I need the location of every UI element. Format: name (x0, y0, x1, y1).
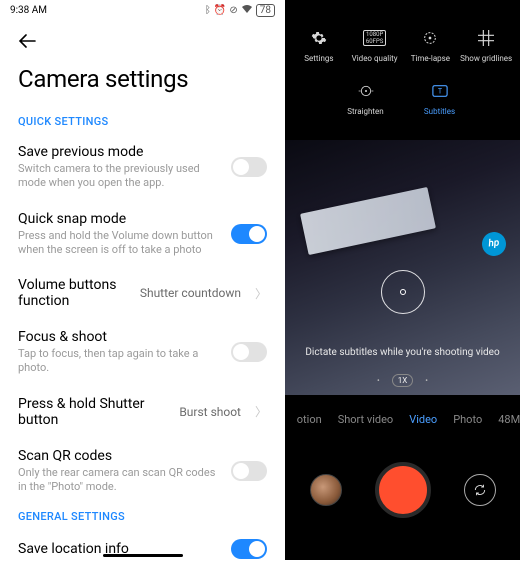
alarm-icon: ⏰ (214, 5, 226, 16)
chevron-right-icon: 〉 (255, 403, 267, 420)
camera-top-row-2: Straighten T Subtitles (285, 77, 520, 120)
status-icons: ᛒ ⏰ ⊘ 78 (205, 4, 275, 17)
timelapse-icon (422, 28, 438, 48)
general-settings-header: GENERAL SETTINGS (0, 504, 285, 529)
setting-value: Burst shoot (179, 405, 241, 419)
dnd-icon: ⊘ (229, 5, 237, 16)
camera-top-controls: Settings 1080P60FPS Video quality Time-l… (285, 0, 520, 140)
toggle-scan-qr-codes[interactable] (231, 461, 267, 481)
setting-title: Scan QR codes (18, 448, 221, 464)
setting-subtitle: Switch camera to the previously used mod… (18, 162, 221, 191)
bluetooth-icon: ᛒ (205, 5, 211, 16)
gear-icon (311, 28, 327, 48)
setting-subtitle: Only the rear camera can scan QR codes i… (18, 466, 221, 495)
camera-top-row-1: Settings 1080P60FPS Video quality Time-l… (285, 24, 520, 67)
label: Time-lapse (411, 54, 450, 63)
camera-modes[interactable]: otion Short video Video Photo 48M (291, 399, 520, 440)
setting-subtitle: Press and hold the Volume down button wh… (18, 229, 221, 258)
camera-control-gridlines[interactable]: Show gridlines (459, 28, 513, 63)
quick-settings-header: QUICK SETTINGS (0, 109, 285, 134)
setting-title: Save previous mode (18, 144, 221, 160)
focus-ring[interactable] (381, 270, 425, 314)
page-title: Camera settings (0, 57, 285, 109)
camera-control-subtitles[interactable]: T Subtitles (413, 81, 467, 116)
camera-control-timelapse[interactable]: Time-lapse (403, 28, 457, 63)
battery-icon: 78 (256, 4, 275, 17)
toggle-quick-snap-mode[interactable] (231, 224, 267, 244)
setting-press-hold-shutter[interactable]: Press & hold Shutter button Burst shoot … (0, 386, 285, 438)
wifi-icon (241, 4, 253, 17)
zoom-level[interactable]: 1X (392, 374, 414, 387)
mode-48m[interactable]: 48M (498, 413, 520, 426)
label: Subtitles (424, 107, 455, 116)
setting-save-previous-mode[interactable]: Save previous mode Switch camera to the … (0, 134, 285, 201)
label: Video quality (352, 54, 398, 63)
label: Settings (304, 54, 333, 63)
straighten-icon (358, 81, 374, 101)
camera-control-straighten[interactable]: Straighten (339, 81, 393, 116)
home-indicator[interactable] (103, 554, 183, 557)
status-time: 9:38 AM (10, 5, 47, 16)
camera-control-video-quality[interactable]: 1080P60FPS Video quality (348, 28, 402, 63)
subtitles-icon: T (432, 81, 448, 101)
gallery-thumbnail[interactable] (310, 474, 342, 506)
setting-save-location-info[interactable]: Save location info (0, 529, 285, 569)
grid-icon (478, 28, 494, 48)
settings-panel: 9:38 AM ᛒ ⏰ ⊘ 78 Camera settings QUICK S… (0, 0, 285, 560)
setting-scan-qr-codes[interactable]: Scan QR codes Only the rear camera can s… (0, 438, 285, 505)
toggle-save-location-info[interactable] (231, 539, 267, 559)
video-quality-icon: 1080P60FPS (363, 28, 386, 48)
camera-panel: Settings 1080P60FPS Video quality Time-l… (285, 0, 520, 560)
setting-subtitle: Tap to focus, then tap again to take a p… (18, 347, 221, 376)
setting-value: Shutter countdown (140, 286, 241, 300)
zoom-controls: • 1X • (285, 374, 520, 387)
switch-camera-button[interactable] (464, 474, 496, 506)
label: Show gridlines (460, 54, 512, 63)
back-button[interactable] (0, 20, 285, 57)
status-bar: 9:38 AM ᛒ ⏰ ⊘ 78 (0, 0, 285, 20)
camera-control-settings[interactable]: Settings (292, 28, 346, 63)
camera-bottom-controls: otion Short video Video Photo 48M (285, 395, 520, 560)
toggle-focus-and-shoot[interactable] (231, 342, 267, 362)
zoom-out-dot[interactable]: • (377, 376, 380, 385)
setting-volume-buttons-function[interactable]: Volume buttons function Shutter countdow… (0, 267, 285, 319)
setting-title: Press & hold Shutter button (18, 396, 169, 428)
toggle-save-previous-mode[interactable] (231, 157, 267, 177)
scene-object-card (300, 187, 436, 255)
setting-title: Quick snap mode (18, 211, 221, 227)
hp-logo: hp (481, 231, 507, 257)
label: Straighten (347, 107, 383, 116)
mode-short-video[interactable]: Short video (338, 413, 394, 426)
chevron-right-icon: 〉 (255, 285, 267, 302)
mode-slow-motion[interactable]: otion (297, 413, 322, 426)
mode-video[interactable]: Video (409, 413, 437, 426)
setting-title: Volume buttons function (18, 277, 130, 309)
camera-main-controls (285, 440, 520, 560)
zoom-in-dot[interactable]: • (425, 376, 428, 385)
setting-quick-snap-mode[interactable]: Quick snap mode Press and hold the Volum… (0, 201, 285, 268)
shutter-button[interactable] (375, 462, 431, 518)
subtitle-hint: Dictate subtitles while you're shooting … (285, 346, 520, 360)
camera-viewfinder[interactable]: hp Dictate subtitles while you're shooti… (285, 140, 520, 395)
setting-focus-and-shoot[interactable]: Focus & shoot Tap to focus, then tap aga… (0, 319, 285, 386)
setting-title: Focus & shoot (18, 329, 221, 345)
mode-photo[interactable]: Photo (453, 413, 482, 426)
svg-text:T: T (437, 87, 442, 96)
focus-dot-icon (400, 289, 406, 295)
